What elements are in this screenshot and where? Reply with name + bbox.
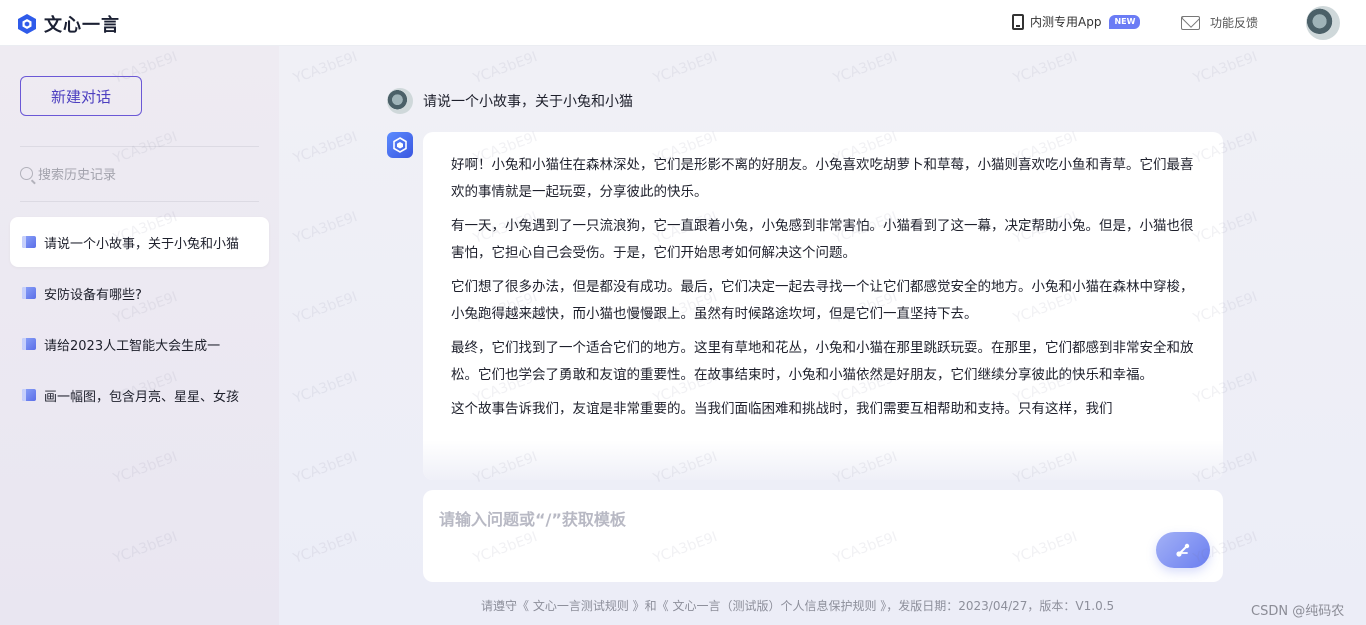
divider [20, 201, 259, 202]
app-title: 文心一言 [44, 15, 120, 36]
send-button[interactable] [1156, 532, 1210, 568]
bot-paragraph: 最终，它们找到了一个适合它们的地方。这里有草地和花丛，小兔和小猫在那里跳跃玩耍。… [451, 340, 1194, 383]
history-item[interactable]: 安防设备有哪些? [10, 268, 269, 318]
chat-icon [22, 287, 36, 299]
bot-logo-icon [393, 137, 407, 153]
bot-paragraph: 有一天，小兔遇到了一只流浪狗，它一直跟着小兔，小兔感到非常害怕。小猫看到了这一幕… [451, 218, 1194, 261]
history-item[interactable]: 请给2023人工智能大会生成一 [10, 319, 269, 369]
phone-icon [1012, 13, 1024, 30]
feedback-link[interactable]: 功能反馈 [1181, 14, 1258, 31]
new-badge: NEW [1109, 14, 1141, 29]
history-item-label: 画一幅图，包含月亮、星星、女孩 [44, 389, 240, 405]
bot-response-card: 好啊！小兔和小猫住在森林深处，它们是形影不离的好朋友。小兔喜欢吃胡萝卜和草莓，小… [423, 132, 1223, 480]
corner-credit: CSDN @纯码农 [1251, 604, 1345, 619]
user-avatar[interactable] [1306, 6, 1340, 40]
prompt-input[interactable]: 请输入问题或“/”获取模板 [423, 490, 1223, 582]
app-link-label: 内测专用App [1030, 15, 1102, 29]
history-search[interactable]: 搜索历史记录 [20, 164, 116, 183]
chat-icon [22, 389, 36, 401]
history-list: 请说一个小故事，关于小兔和小猫 安防设备有哪些? 请给2023人工智能大会生成一… [10, 217, 269, 421]
app-download-link[interactable]: 内测专用App NEW [1012, 13, 1141, 30]
sidebar: 新建对话 搜索历史记录 请说一个小故事，关于小兔和小猫 安防设备有哪些? 请给2… [0, 46, 279, 625]
bot-paragraph: 它们想了很多办法，但是都没有成功。最后，它们决定一起去寻找一个让它们都感觉安全的… [451, 279, 1194, 322]
user-message-text: 请说一个小故事，关于小兔和小猫 [423, 94, 633, 110]
bot-paragraph: 这个故事告诉我们，友谊是非常重要的。当我们面临困难和挑战时，我们需要互相帮助和支… [451, 401, 1113, 417]
chat-icon [22, 236, 36, 248]
user-message-avatar [387, 88, 413, 114]
top-bar: 文心一言 内测专用App NEW 功能反馈 [0, 0, 1366, 46]
chat-icon [22, 338, 36, 350]
history-item[interactable]: 画一幅图，包含月亮、星星、女孩 [10, 370, 269, 420]
history-item-label: 请给2023人工智能大会生成一 [44, 338, 221, 354]
send-icon [1176, 543, 1190, 557]
user-message: 请说一个小故事，关于小兔和小猫 [387, 88, 633, 114]
feedback-label: 功能反馈 [1210, 16, 1259, 30]
history-item-label: 请说一个小故事，关于小兔和小猫 [44, 236, 240, 252]
mail-icon [1181, 15, 1200, 30]
bot-avatar [387, 132, 413, 158]
app-logo[interactable]: 文心一言 [16, 11, 120, 37]
new-chat-button[interactable]: 新建对话 [20, 76, 142, 116]
divider [20, 146, 259, 147]
chat-area: 请说一个小故事，关于小兔和小猫 好啊！小兔和小猫住在森林深处，它们是形影不离的好… [279, 46, 1366, 625]
bot-paragraph: 好啊！小兔和小猫住在森林深处，它们是形影不离的好朋友。小兔喜欢吃胡萝卜和草莓，小… [451, 157, 1194, 200]
search-placeholder: 搜索历史记录 [38, 168, 117, 183]
prompt-placeholder: 请输入问题或“/”获取模板 [439, 510, 626, 529]
history-item[interactable]: 请说一个小故事，关于小兔和小猫 [10, 217, 269, 267]
footer-notice: 请遵守《 文心一言测试规则 》和《 文心一言（测试版）个人信息保护规则 》，发版… [481, 599, 1115, 613]
wenxin-logo-icon [18, 14, 36, 34]
search-icon [20, 167, 33, 180]
history-item-label: 安防设备有哪些? [44, 287, 142, 303]
